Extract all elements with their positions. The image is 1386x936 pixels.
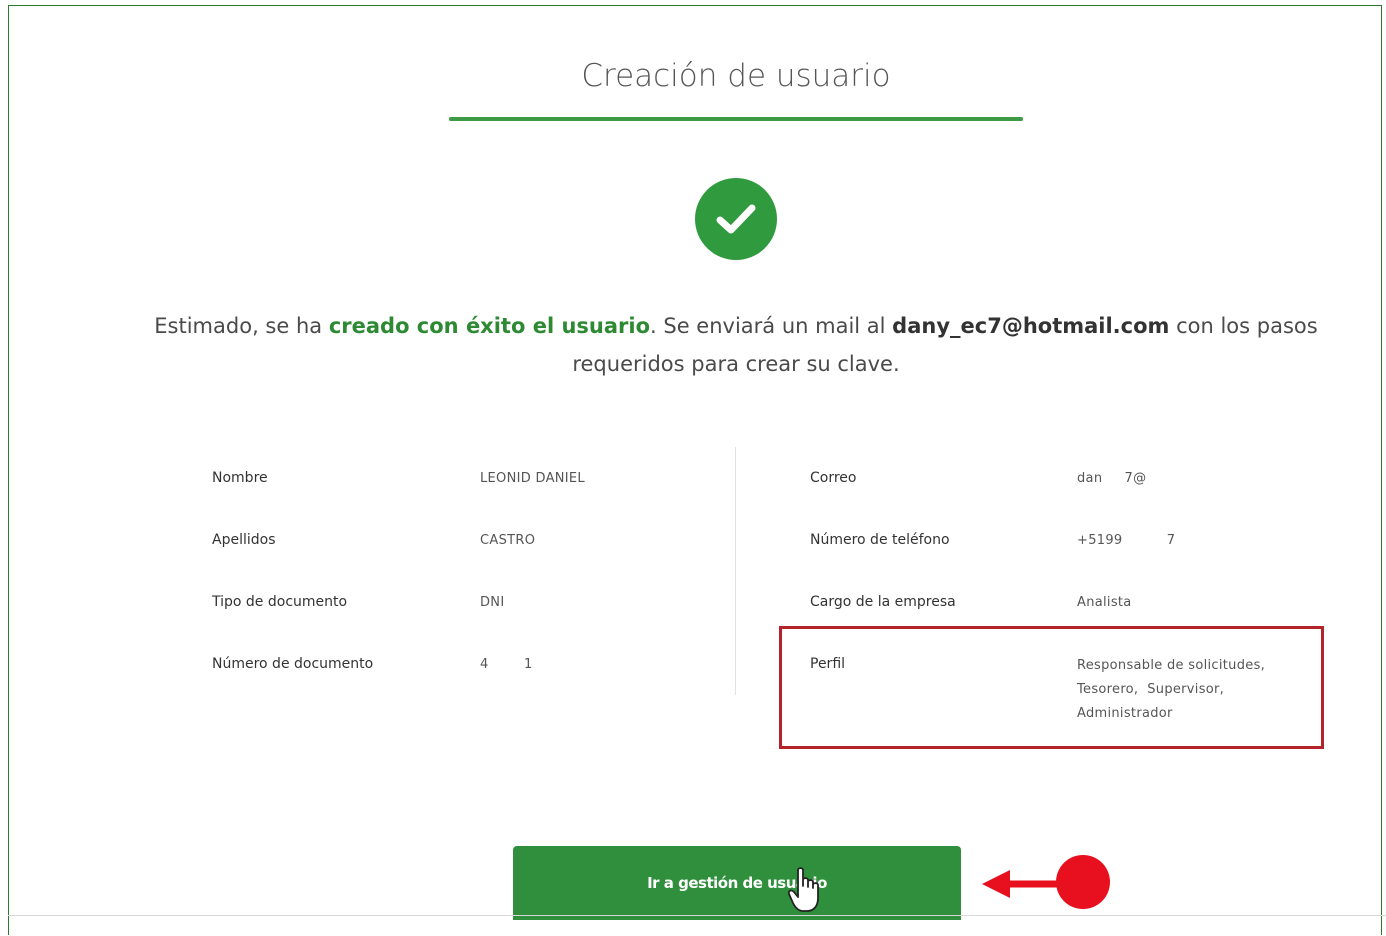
label-perfil: Perfil — [810, 656, 846, 672]
value-telefono: +5199 7 — [1077, 533, 1176, 548]
value-apellidos: CASTRO — [480, 533, 536, 548]
message-highlight: creado con éxito el usuario — [328, 314, 651, 338]
check-icon — [695, 178, 777, 260]
value-numero-documento: 4 1 — [480, 657, 533, 672]
message-email: dany_ec7@hotmail.com — [892, 314, 1170, 338]
go-to-user-management-button[interactable]: Ir a gestión de usuario — [513, 846, 961, 920]
page-title: Creación de usuario — [581, 58, 891, 94]
title-underline — [449, 117, 1023, 121]
value-perfil: Responsable de solicitudes, Tesorero, Su… — [1077, 654, 1265, 726]
perfil-line: Tesorero, Supervisor, — [1077, 682, 1225, 697]
label-numero-documento: Número de documento — [212, 656, 374, 672]
arrow-left-annotation-icon — [980, 852, 1112, 920]
message-text-1: Estimado, se ha — [154, 314, 329, 338]
label-cargo: Cargo de la empresa — [810, 594, 956, 610]
perfil-line: Responsable de solicitudes, — [1077, 658, 1266, 673]
label-apellidos: Apellidos — [212, 532, 276, 548]
value-tipo-documento: DNI — [480, 595, 505, 610]
value-nombre: LEONID DANIEL — [480, 471, 585, 486]
label-tipo-documento: Tipo de documento — [212, 594, 348, 610]
label-telefono: Número de teléfono — [810, 532, 950, 548]
label-correo: Correo — [810, 470, 857, 486]
value-correo: dan 7@ — [1077, 471, 1147, 486]
bottom-divider — [8, 915, 1386, 916]
column-divider — [735, 447, 736, 695]
label-nombre: Nombre — [212, 470, 268, 486]
value-cargo: Analista — [1077, 595, 1132, 610]
success-message: Estimado, se ha creado con éxito el usua… — [140, 307, 1332, 383]
hand-cursor-icon — [787, 866, 822, 920]
perfil-line: Administrador — [1077, 706, 1173, 721]
message-text-2: . Se enviará un mail al — [650, 314, 893, 338]
